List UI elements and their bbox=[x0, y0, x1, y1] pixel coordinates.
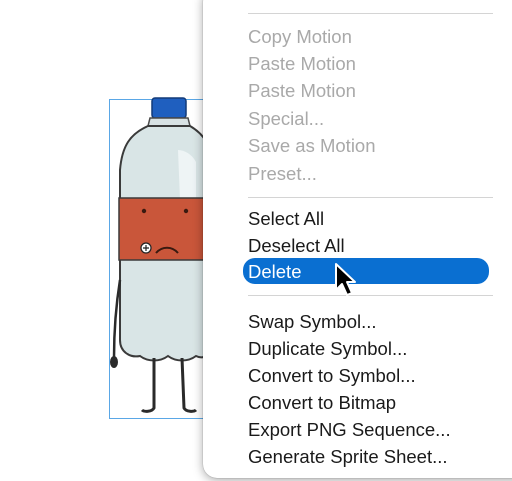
menu-item-select-all[interactable]: Select All bbox=[248, 207, 324, 231]
menu-item-convert-to-symbol[interactable]: Convert to Symbol... bbox=[248, 364, 416, 388]
right-leg bbox=[180, 357, 198, 413]
menu-item-paste-motion-2[interactable]: Paste Motion bbox=[248, 79, 356, 103]
menu-item-convert-to-bitmap[interactable]: Convert to Bitmap bbox=[248, 391, 396, 415]
menu-item-preset[interactable]: Preset... bbox=[248, 162, 317, 186]
bottle-neck bbox=[147, 117, 191, 127]
menu-separator bbox=[248, 13, 493, 14]
left-eye bbox=[141, 208, 147, 214]
menu-item-delete[interactable]: Delete bbox=[248, 260, 301, 284]
menu-item-save-as-motion[interactable]: Save as Motion bbox=[248, 134, 376, 158]
stage: Copy Motion Paste Motion Paste Motion Sp… bbox=[0, 0, 512, 481]
menu-item-duplicate-symbol[interactable]: Duplicate Symbol... bbox=[248, 337, 407, 361]
left-leg bbox=[140, 358, 156, 413]
context-menu: Copy Motion Paste Motion Paste Motion Sp… bbox=[203, 0, 512, 478]
menu-item-swap-symbol[interactable]: Swap Symbol... bbox=[248, 310, 377, 334]
bottle-cap bbox=[151, 97, 187, 119]
menu-item-deselect-all[interactable]: Deselect All bbox=[248, 234, 345, 258]
menu-item-special[interactable]: Special... bbox=[248, 107, 324, 131]
menu-item-paste-motion[interactable]: Paste Motion bbox=[248, 52, 356, 76]
right-eye bbox=[183, 208, 189, 214]
arrow-cursor-icon bbox=[335, 263, 356, 296]
menu-item-export-png-sequence[interactable]: Export PNG Sequence... bbox=[248, 418, 451, 442]
menu-item-generate-sprite-sheet[interactable]: Generate Sprite Sheet... bbox=[248, 445, 448, 469]
menu-separator bbox=[248, 197, 493, 198]
bottle-label bbox=[118, 197, 216, 261]
menu-separator bbox=[248, 295, 493, 296]
left-hand bbox=[110, 356, 118, 368]
menu-item-copy-motion[interactable]: Copy Motion bbox=[248, 25, 352, 49]
